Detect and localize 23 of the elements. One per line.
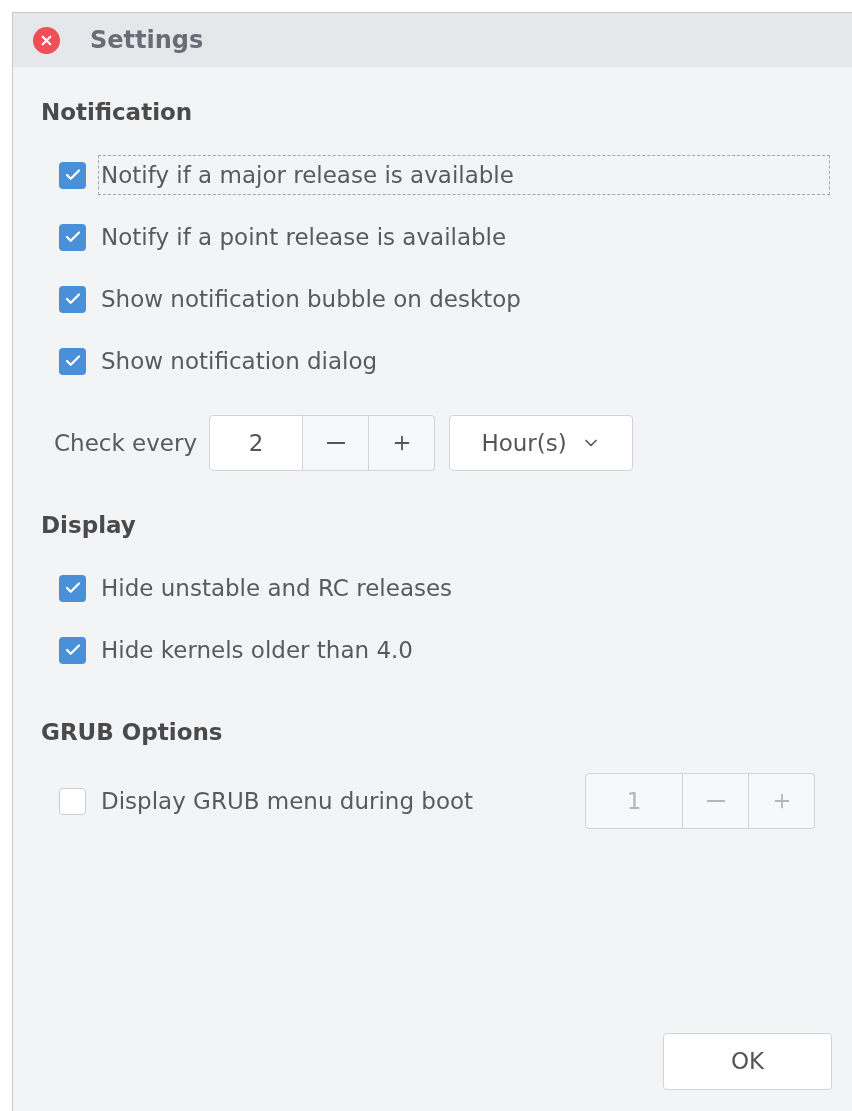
number-field[interactable]: 2 [209,415,304,471]
section-heading: Display [41,510,136,540]
checkbox[interactable] [59,223,86,251]
checkbox-label[interactable]: Show notification bubble on desktop [99,279,523,319]
checkbox-label[interactable]: Show notification dialog [99,341,380,381]
close-button[interactable] [33,26,60,54]
checkbox[interactable] [59,161,86,189]
checkbox[interactable] [59,347,86,375]
minus-icon [326,442,345,444]
minus-icon [706,800,725,802]
section-heading: GRUB Options [41,717,223,747]
checkbox[interactable] [59,285,86,313]
section-heading: Notification [41,97,193,127]
checkbox[interactable] [59,574,86,602]
interval-label: Check every [54,428,198,458]
window-title: Settings [90,25,204,56]
ok-button[interactable]: OK [663,1033,832,1090]
checkbox-label[interactable]: Hide kernels older than 4.0 [99,630,415,670]
unit-dropdown[interactable]: Hour(s) [449,415,634,471]
checkbox[interactable] [59,636,86,664]
checkbox-label[interactable]: Notify if a point release is available [99,217,509,257]
checkbox-label[interactable]: Notify if a major release is available [99,155,829,195]
checkbox-label[interactable]: Hide unstable and RC releases [99,568,455,608]
